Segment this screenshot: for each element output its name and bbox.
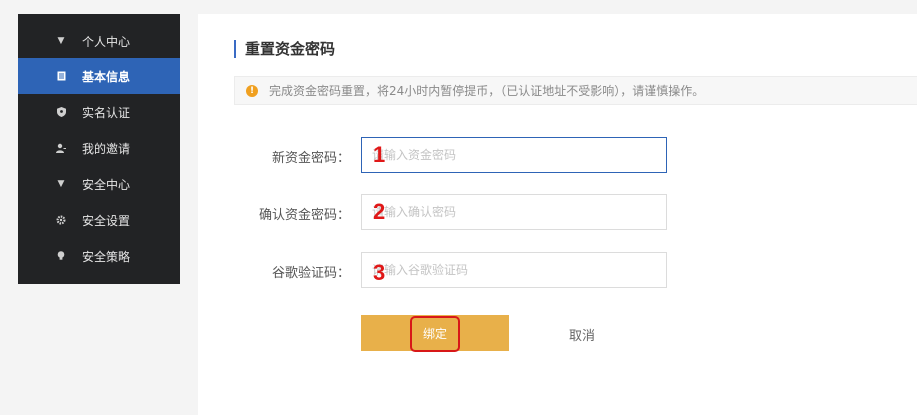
sidebar-section-personal-center[interactable]: ▼ 个人中心 bbox=[18, 24, 180, 58]
lightbulb-icon bbox=[56, 251, 66, 261]
caret-down-icon: ▼ bbox=[57, 36, 65, 46]
cancel-button[interactable]: 取消 bbox=[569, 325, 595, 344]
main-panel: 重置资金密码 ! 完成资金密码重置，将24小时内暂停提币，（已认证地址不受影响）… bbox=[198, 14, 917, 415]
sidebar-item-my-invites[interactable]: 我的邀请 bbox=[18, 130, 180, 166]
sidebar-item-label: 安全策略 bbox=[82, 249, 131, 264]
sidebar-item-basic-info[interactable]: 基本信息 bbox=[18, 58, 180, 94]
form-row-google-code: 谷歌验证码： 3 bbox=[198, 252, 917, 288]
sidebar-item-label: 实名认证 bbox=[82, 105, 131, 120]
confirm-password-input[interactable] bbox=[361, 194, 667, 230]
document-icon bbox=[56, 71, 66, 81]
page-title: 重置资金密码 bbox=[234, 40, 335, 58]
sidebar-item-security-policy[interactable]: 安全策略 bbox=[18, 238, 180, 274]
sidebar-item-security-settings[interactable]: 安全设置 bbox=[18, 202, 180, 238]
new-password-label: 新资金密码： bbox=[271, 151, 350, 166]
sidebar-item-label: 安全中心 bbox=[82, 177, 131, 192]
sidebar-item-label: 我的邀请 bbox=[82, 141, 131, 156]
warning-notice: ! 完成资金密码重置，将24小时内暂停提币，（已认证地址不受影响），请谨慎操作。 bbox=[234, 76, 917, 105]
sidebar-item-real-name-auth[interactable]: 实名认证 bbox=[18, 94, 180, 130]
sidebar-item-label: 安全设置 bbox=[82, 213, 131, 228]
form-row-confirm-password: 确认资金密码： 2 bbox=[198, 194, 917, 230]
google-code-input[interactable] bbox=[361, 252, 667, 288]
gear-icon bbox=[56, 215, 66, 225]
google-code-label: 谷歌验证码： bbox=[271, 266, 350, 281]
user-add-icon bbox=[56, 143, 66, 153]
sidebar-item-label: 个人中心 bbox=[82, 34, 131, 49]
shield-icon bbox=[56, 107, 66, 117]
new-password-input[interactable] bbox=[361, 137, 667, 173]
caret-down-icon: ▼ bbox=[57, 179, 65, 189]
notice-text: 完成资金密码重置，将24小时内暂停提币，（已认证地址不受影响），请谨慎操作。 bbox=[269, 84, 705, 98]
sidebar-item-label: 基本信息 bbox=[82, 69, 131, 84]
form-row-new-password: 新资金密码： 1 bbox=[198, 137, 917, 173]
sidebar-section-security-center[interactable]: ▼ 安全中心 bbox=[18, 166, 180, 202]
sidebar: ▼ 个人中心 基本信息 实名认证 我的邀请 ▼ 安全中心 安全设置 安全策略 bbox=[18, 14, 180, 284]
warning-icon: ! bbox=[246, 84, 258, 97]
confirm-password-label: 确认资金密码： bbox=[258, 208, 350, 223]
bind-button[interactable]: 绑定 bbox=[361, 315, 509, 351]
